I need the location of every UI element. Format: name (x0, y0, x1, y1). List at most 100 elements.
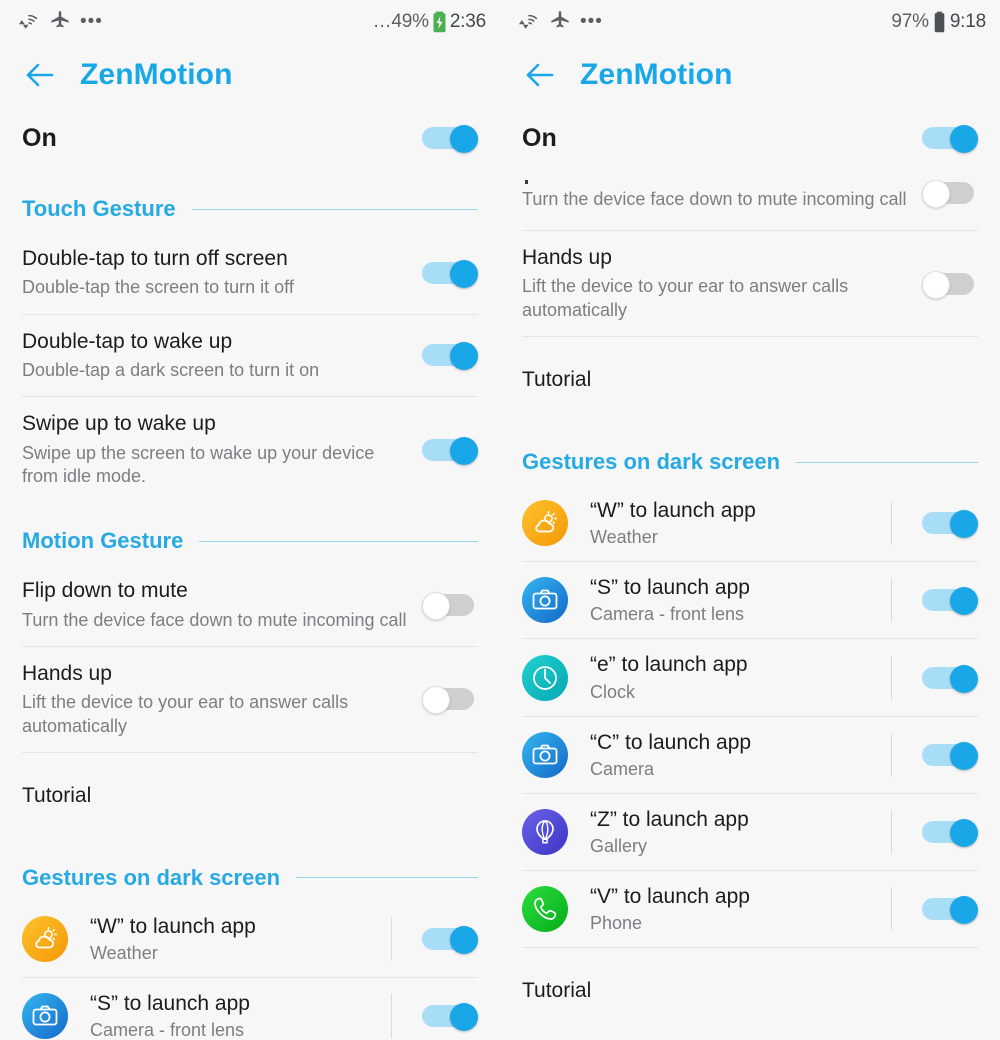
row-subtitle: Turn the device face down to mute incomi… (22, 609, 407, 630)
row-toggle-switch[interactable] (422, 259, 478, 288)
row-toggle-switch[interactable] (422, 342, 478, 371)
app-gesture-row[interactable]: “S” to launch app Camera - front lens (522, 561, 978, 638)
toggle-thumb (950, 818, 978, 847)
row-subtitle: Swipe up the screen to wake up your devi… (22, 442, 375, 486)
app-row-subtitle: Gallery (590, 835, 648, 856)
section-title: Gestures on dark screen (22, 864, 281, 890)
app-gesture-row[interactable]: “C” to launch app Camera (522, 715, 978, 793)
battery-charging-icon (432, 11, 447, 33)
battery-percent-label: 49% (391, 11, 429, 32)
app-row-text: “S” to launch app Camera - front lens (90, 991, 391, 1040)
app-row-toggle-switch[interactable] (922, 664, 978, 693)
status-bar-right: ••• 97% 9:18 (500, 0, 1000, 44)
right-phone-screen: ••• 97% 9:18 ZenMotion On Turn the devic… (500, 0, 1000, 1040)
app-row-text: “W” to launch app Weather (590, 498, 891, 548)
back-arrow-icon[interactable] (20, 55, 60, 95)
row-subtitle: Turn the device face down to mute incomi… (522, 189, 907, 210)
app-row-toggle-switch[interactable] (922, 587, 978, 616)
status-overflow-ellipsis-icon: ••• (580, 11, 603, 32)
setting-row[interactable]: Flip down to mute Turn the device face d… (22, 564, 478, 646)
dark-screen-app-rows: “W” to launch app Weather “S” to launch … (0, 901, 500, 1040)
setting-row[interactable]: Hands up Lift the device to your ear to … (22, 645, 478, 752)
tutorial-row[interactable]: Tutorial (22, 751, 478, 839)
motion-gesture-rows-right: Turn the device face down to mute incomi… (500, 170, 1000, 423)
app-gesture-row[interactable]: “W” to launch app Weather (22, 901, 478, 977)
app-row-title: “Z” to launch app (590, 807, 749, 831)
row-toggle-switch[interactable] (422, 436, 478, 465)
section-divider-rule (296, 877, 478, 879)
toggle-thumb (450, 259, 478, 288)
section-divider-rule (796, 461, 978, 463)
section-header-dark-screen: Gestures on dark screen (0, 865, 500, 891)
row-subtitle: Double-tap a dark screen to turn it on (22, 359, 320, 380)
app-row-toggle-switch[interactable] (922, 741, 978, 770)
app-gesture-row[interactable]: “W” to launch app Weather (522, 485, 978, 561)
app-row-subtitle: Camera - front lens (590, 604, 745, 625)
master-toggle-switch[interactable] (422, 125, 478, 153)
clock-label: 9:18 (949, 11, 986, 32)
app-gesture-row[interactable]: “V” to launch app Phone (522, 869, 978, 947)
row-toggle-switch[interactable] (422, 592, 478, 621)
row-text-block: Double-tap to turn off screen Double-tap… (22, 246, 422, 300)
tutorial-row[interactable]: Tutorial (522, 336, 978, 423)
row-title: Double-tap to wake up (22, 329, 233, 353)
app-row-title: “V” to launch app (590, 884, 750, 908)
app-row-toggle-switch[interactable] (922, 510, 978, 539)
app-gesture-row[interactable]: “Z” to launch app Gallery (522, 792, 978, 870)
row-vertical-divider (891, 809, 892, 854)
toggle-thumb (450, 436, 478, 465)
toggle-thumb (422, 686, 450, 715)
app-row-text: “W” to launch app Weather (90, 914, 391, 964)
row-title: Flip down to mute (22, 579, 188, 603)
row-toggle-switch[interactable] (922, 270, 978, 299)
battery-full-icon (932, 11, 947, 33)
row-title: Swipe up to wake up (22, 412, 216, 436)
row-vertical-divider (891, 732, 892, 777)
section-divider-rule (199, 540, 478, 542)
tutorial-row[interactable]: Tutorial (522, 947, 978, 1034)
setting-row[interactable]: Double-tap to turn off screen Double-tap… (22, 232, 478, 314)
status-bar-right-info: … 49% 2:36 (373, 11, 486, 33)
app-row-toggle-switch[interactable] (422, 1003, 478, 1032)
app-gesture-row[interactable]: “e” to launch app Clock (522, 638, 978, 715)
section-header-motion-gesture: Motion Gesture (0, 528, 500, 554)
toggle-thumb (950, 741, 978, 770)
row-title: Double-tap to turn off screen (22, 247, 288, 270)
app-row-toggle-switch[interactable] (922, 818, 978, 847)
back-arrow-icon[interactable] (520, 55, 560, 95)
app-row-title: “S” to launch app (590, 576, 750, 600)
toggle-thumb (950, 125, 978, 153)
app-row-toggle-switch[interactable] (422, 926, 478, 955)
toggle-thumb (450, 1003, 478, 1032)
zenmotion-master-row[interactable]: On (0, 106, 500, 170)
zenmotion-master-row[interactable]: On (500, 106, 1000, 170)
row-text-block: Hands up Lift the device to your ear to … (22, 661, 422, 738)
app-row-subtitle: Camera - front lens (90, 1020, 245, 1040)
setting-row[interactable]: Swipe up to wake up Swipe up the screen … (22, 396, 478, 502)
title-bar-left: ZenMotion (0, 44, 500, 106)
app-row-toggle-switch[interactable] (922, 896, 978, 925)
status-overflow-ellipsis-icon: ••• (80, 11, 103, 32)
toggle-thumb (922, 270, 950, 299)
row-text-block: Double-tap to wake up Double-tap a dark … (22, 329, 422, 383)
left-phone-screen: ••• … 49% 2:36 ZenMotion On Touch Gestur… (0, 0, 500, 1040)
clock-label: 2:36 (449, 11, 486, 32)
setting-row-clipped[interactable]: Turn the device face down to mute incomi… (522, 170, 978, 230)
section-header-dark-screen: Gestures on dark screen (500, 449, 1000, 475)
setting-row[interactable]: Hands up Lift the device to your ear to … (522, 230, 978, 336)
row-text-block: Flip down to mute Turn the device face d… (22, 578, 422, 632)
row-title: Hands up (522, 246, 612, 269)
motion-gesture-rows: Flip down to mute Turn the device face d… (0, 564, 500, 839)
master-toggle-switch[interactable] (922, 125, 978, 153)
app-gesture-row[interactable]: “S” to launch app Camera - front lens (22, 977, 478, 1040)
row-subtitle: Lift the device to your ear to answer ca… (22, 692, 349, 736)
setting-row[interactable]: Double-tap to wake up Double-tap a dark … (22, 313, 478, 397)
row-toggle-switch[interactable] (922, 180, 978, 208)
app-row-title: “e” to launch app (590, 653, 748, 677)
row-toggle-switch[interactable] (422, 686, 478, 715)
row-title: Hands up (22, 661, 112, 685)
row-text-block: Hands up Lift the device to your ear to … (522, 245, 922, 322)
status-left-ellipsis: … (372, 11, 392, 32)
tutorial-label: Tutorial (22, 783, 92, 807)
row-subtitle: Double-tap the screen to turn it off (22, 277, 294, 298)
